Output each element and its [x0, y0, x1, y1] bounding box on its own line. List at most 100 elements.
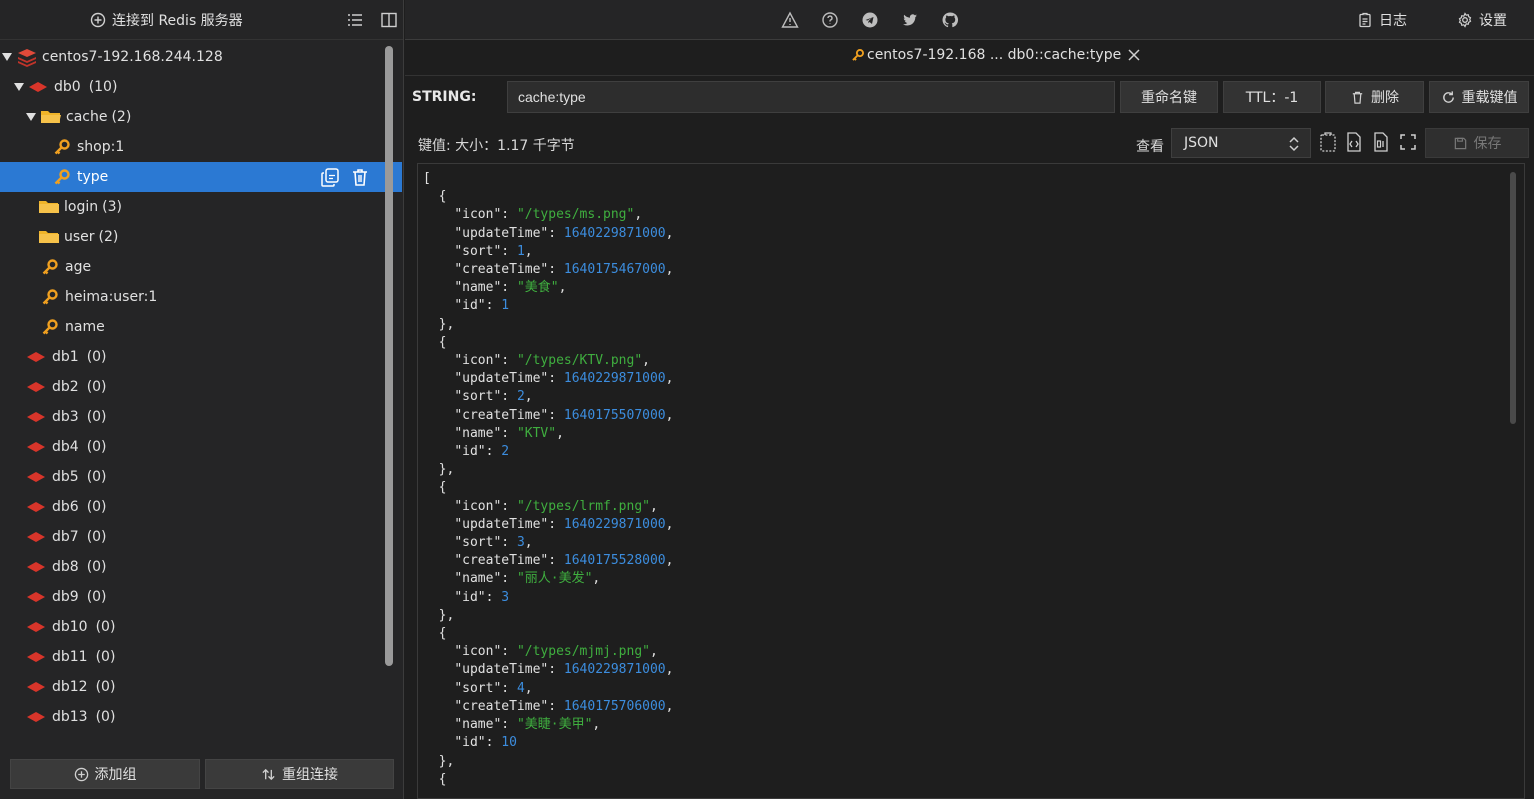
db-count: (0)	[86, 589, 107, 605]
tree-db-row[interactable]: db11 (0)	[0, 642, 402, 672]
db-count: (0)	[95, 709, 116, 725]
tree-db-row[interactable]: db5 (0)	[0, 462, 402, 492]
tree-db-row[interactable]: db9 (0)	[0, 582, 402, 612]
database-icon	[27, 472, 45, 482]
database-icon	[27, 352, 45, 362]
json-number: 1640175528000	[563, 553, 666, 569]
tree-key-row[interactable]: age	[0, 252, 402, 282]
log-button[interactable]: 日志	[1357, 10, 1407, 30]
db-count: (0)	[86, 379, 107, 395]
json-key: "icon"	[454, 353, 502, 369]
tree-folder-row[interactable]: user (2)	[0, 222, 402, 252]
sidebar-toolbar: 连接到 Redis 服务器	[0, 0, 403, 40]
editor-scrollbar[interactable]	[1510, 172, 1516, 424]
connect-server-label: 连接到 Redis 服务器	[112, 13, 243, 29]
db-count: (0)	[86, 499, 107, 515]
twitter-icon[interactable]	[901, 11, 919, 29]
plus-circle-icon	[90, 12, 106, 28]
tree-server-row[interactable]: centos7-192.168.244.128	[0, 42, 402, 72]
key-name-input[interactable]	[507, 81, 1115, 113]
view-format-label: 查看	[1136, 139, 1164, 155]
save-button[interactable]: 保存	[1425, 128, 1529, 158]
tree-folder-row[interactable]: login (3)	[0, 192, 402, 222]
tree-key-row[interactable]: name	[0, 312, 402, 342]
tree-db-row[interactable]: db7 (0)	[0, 522, 402, 552]
tree-db-row[interactable]: db13 (0)	[0, 702, 402, 732]
json-number: 2	[516, 389, 525, 405]
tree-db-row[interactable]: db10 (0)	[0, 612, 402, 642]
delete-key-icon[interactable]	[349, 166, 371, 188]
json-key: "icon"	[454, 644, 502, 660]
reload-key-button[interactable]: 重载键值	[1429, 81, 1529, 113]
list-icon[interactable]	[346, 11, 364, 29]
json-code[interactable]: [ { "icon": "/types/ms.png", "updateTime…	[423, 170, 673, 789]
database-icon	[27, 502, 45, 512]
expand-arrow-icon[interactable]	[2, 53, 12, 61]
db-count: (0)	[95, 679, 116, 695]
ttl-button[interactable]: TTL：-1	[1223, 81, 1321, 113]
github-icon[interactable]	[941, 11, 959, 29]
reorder-connections-button[interactable]: 重组连接	[205, 759, 394, 789]
view-format-select[interactable]: JSON	[1171, 128, 1311, 158]
delete-key-button[interactable]: 删除	[1325, 81, 1424, 113]
tree-db-row[interactable]: db4 (0)	[0, 432, 402, 462]
db-name: db0	[54, 79, 81, 95]
tree-key-row[interactable]: heima:user:1	[0, 282, 402, 312]
view-format-value: JSON	[1184, 135, 1219, 151]
sort-arrows-icon	[262, 768, 275, 780]
expand-arrow-icon[interactable]	[14, 83, 24, 91]
json-key: "sort"	[454, 243, 502, 259]
tree-db-row[interactable]: db3 (0)	[0, 402, 402, 432]
rename-key-button[interactable]: 重命名键	[1120, 81, 1218, 113]
main-panel: centos7-192.168 ... db0::cache:type STRI…	[405, 41, 1534, 799]
db-name: db10	[52, 619, 88, 635]
json-key: "icon"	[454, 498, 502, 514]
folder-name: user	[64, 229, 95, 245]
tree-db-row[interactable]: db2 (0)	[0, 372, 402, 402]
tree-folder-row[interactable]: cache (2)	[0, 102, 402, 132]
json-number: 10	[501, 735, 517, 751]
tree-db-row[interactable]: db0 (10)	[0, 72, 402, 102]
tree-scrollbar[interactable]	[385, 46, 393, 666]
help-icon[interactable]	[821, 11, 839, 29]
tree-db-row[interactable]: db1 (0)	[0, 342, 402, 372]
add-group-button[interactable]: 添加组	[10, 759, 200, 789]
warning-icon[interactable]	[781, 11, 799, 29]
json-key: "name"	[454, 717, 502, 733]
database-icon	[27, 442, 45, 452]
json-number: 1640229871000	[563, 225, 666, 241]
key-name: age	[65, 259, 92, 275]
add-group-label: 添加组	[94, 767, 137, 783]
tree-db-row[interactable]: db12 (0)	[0, 672, 402, 702]
refresh-icon	[1442, 90, 1454, 103]
json-string: "丽人·美发"	[516, 571, 593, 587]
row-actions	[319, 166, 371, 188]
database-icon	[27, 622, 45, 632]
sidebar: 连接到 Redis 服务器 centos7-192.168.244.128 db…	[0, 0, 404, 799]
settings-button[interactable]: 设置	[1457, 10, 1507, 30]
copy-key-icon[interactable]	[319, 166, 341, 188]
expand-arrow-icon[interactable]	[26, 113, 36, 121]
folder-count: (3)	[102, 199, 122, 215]
database-icon	[29, 82, 47, 92]
tab-divider	[405, 75, 1534, 76]
tree-key-row-selected[interactable]: type	[0, 162, 402, 192]
close-icon[interactable]	[1127, 48, 1141, 62]
copy-icon[interactable]	[1318, 131, 1338, 153]
connect-server-button[interactable]: 连接到 Redis 服务器	[90, 10, 243, 30]
value-editor[interactable]: [ { "icon": "/types/ms.png", "updateTime…	[417, 163, 1525, 799]
json-string: "/types/mjmj.png"	[516, 644, 650, 660]
json-number: 1640229871000	[563, 371, 666, 387]
tree-db-row[interactable]: db6 (0)	[0, 492, 402, 522]
ttl-label: TTL：-1	[1245, 90, 1299, 106]
key-name: type	[77, 169, 109, 185]
tree-key-row[interactable]: shop:1	[0, 132, 402, 162]
json-key: "updateTime"	[454, 516, 549, 532]
tab-key-detail[interactable]: centos7-192.168 ... db0::cache:type	[851, 47, 1141, 63]
telegram-icon[interactable]	[861, 11, 879, 29]
split-view-icon[interactable]	[380, 11, 398, 29]
code-icon[interactable]	[1344, 131, 1364, 153]
tree-db-row[interactable]: db8 (0)	[0, 552, 402, 582]
binary-icon[interactable]	[1371, 131, 1391, 153]
fullscreen-icon[interactable]	[1398, 131, 1418, 153]
